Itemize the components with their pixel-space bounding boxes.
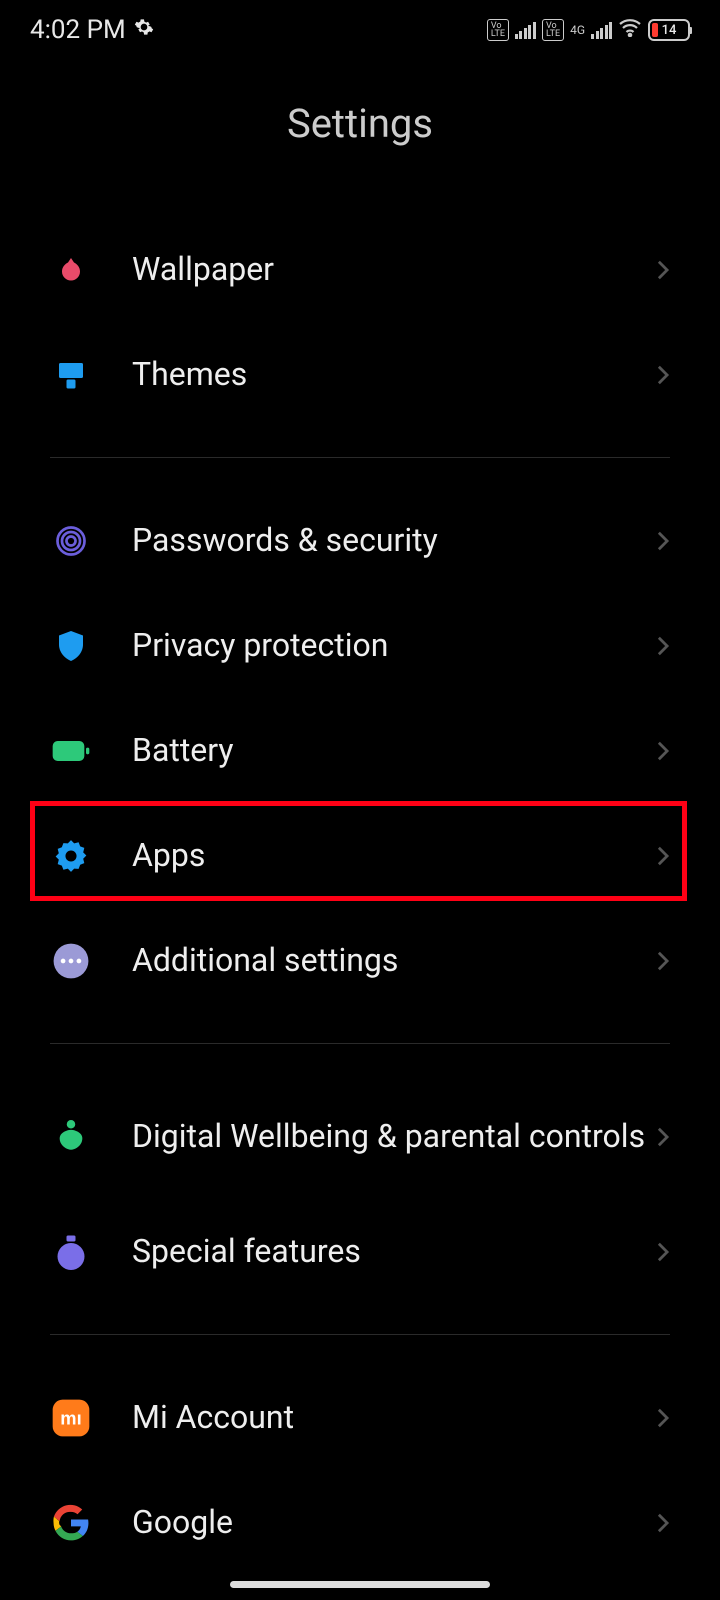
settings-list: Wallpaper Themes Passwords & security Pr…	[0, 217, 720, 1575]
dots-icon	[50, 940, 92, 982]
google-icon	[50, 1502, 92, 1544]
chevron-right-icon	[656, 635, 670, 657]
item-label: Additional settings	[132, 941, 656, 979]
item-apps[interactable]: Apps	[50, 803, 670, 908]
item-mi-account[interactable]: mı Mi Account	[50, 1365, 670, 1470]
gear-icon	[134, 17, 154, 43]
item-wellbeing[interactable]: Digital Wellbeing & parental controls	[50, 1074, 670, 1199]
chevron-right-icon	[656, 740, 670, 762]
apps-gear-icon	[50, 835, 92, 877]
item-label: Apps	[132, 836, 656, 874]
wellbeing-icon	[50, 1116, 92, 1158]
item-google[interactable]: Google	[50, 1470, 670, 1575]
shield-icon	[50, 625, 92, 667]
chevron-right-icon	[656, 950, 670, 972]
chevron-right-icon	[656, 1126, 670, 1148]
wifi-icon	[618, 17, 642, 43]
item-label: Special features	[132, 1232, 656, 1270]
mi-icon: mı	[50, 1397, 92, 1439]
wallpaper-icon	[50, 249, 92, 291]
status-right: VoLTE VoLTE 4G 14	[487, 17, 690, 43]
status-bar: 4:02 PM VoLTE VoLTE 4G 14	[0, 0, 720, 60]
item-wallpaper[interactable]: Wallpaper	[50, 217, 670, 322]
battery-icon: 14	[648, 19, 690, 41]
item-label: Battery	[132, 731, 656, 769]
page-title: Settings	[0, 100, 720, 147]
nav-indicator	[230, 1581, 490, 1588]
chevron-right-icon	[656, 1407, 670, 1429]
item-label: Google	[132, 1503, 656, 1541]
network-label: 4G	[570, 23, 585, 37]
volte-icon-2: VoLTE	[542, 19, 564, 41]
themes-icon	[50, 354, 92, 396]
chevron-right-icon	[656, 1241, 670, 1263]
item-additional[interactable]: Additional settings	[50, 908, 670, 1013]
chevron-right-icon	[656, 259, 670, 281]
battery-percent: 14	[650, 23, 688, 38]
status-time: 4:02 PM	[30, 15, 126, 45]
fingerprint-icon	[50, 520, 92, 562]
item-label: Passwords & security	[132, 521, 656, 559]
chevron-right-icon	[656, 364, 670, 386]
divider	[50, 457, 670, 458]
signal-icon-2	[591, 21, 612, 39]
item-passwords[interactable]: Passwords & security	[50, 488, 670, 593]
item-battery[interactable]: Battery	[50, 698, 670, 803]
chevron-right-icon	[656, 845, 670, 867]
item-label: Wallpaper	[132, 250, 656, 288]
item-label: Digital Wellbeing & parental controls	[132, 1117, 656, 1155]
volte-icon: VoLTE	[487, 19, 509, 41]
chevron-right-icon	[656, 530, 670, 552]
item-special[interactable]: Special features	[50, 1199, 670, 1304]
divider	[50, 1043, 670, 1044]
status-left: 4:02 PM	[30, 15, 154, 45]
battery-icon	[50, 730, 92, 772]
chevron-right-icon	[656, 1512, 670, 1534]
divider	[50, 1334, 670, 1335]
item-themes[interactable]: Themes	[50, 322, 670, 427]
item-label: Privacy protection	[132, 626, 656, 664]
item-privacy[interactable]: Privacy protection	[50, 593, 670, 698]
item-label: Themes	[132, 355, 656, 393]
item-label: Mi Account	[132, 1398, 656, 1436]
signal-icon	[515, 21, 536, 39]
flask-icon	[50, 1231, 92, 1273]
svg-text:mı: mı	[60, 1407, 81, 1428]
